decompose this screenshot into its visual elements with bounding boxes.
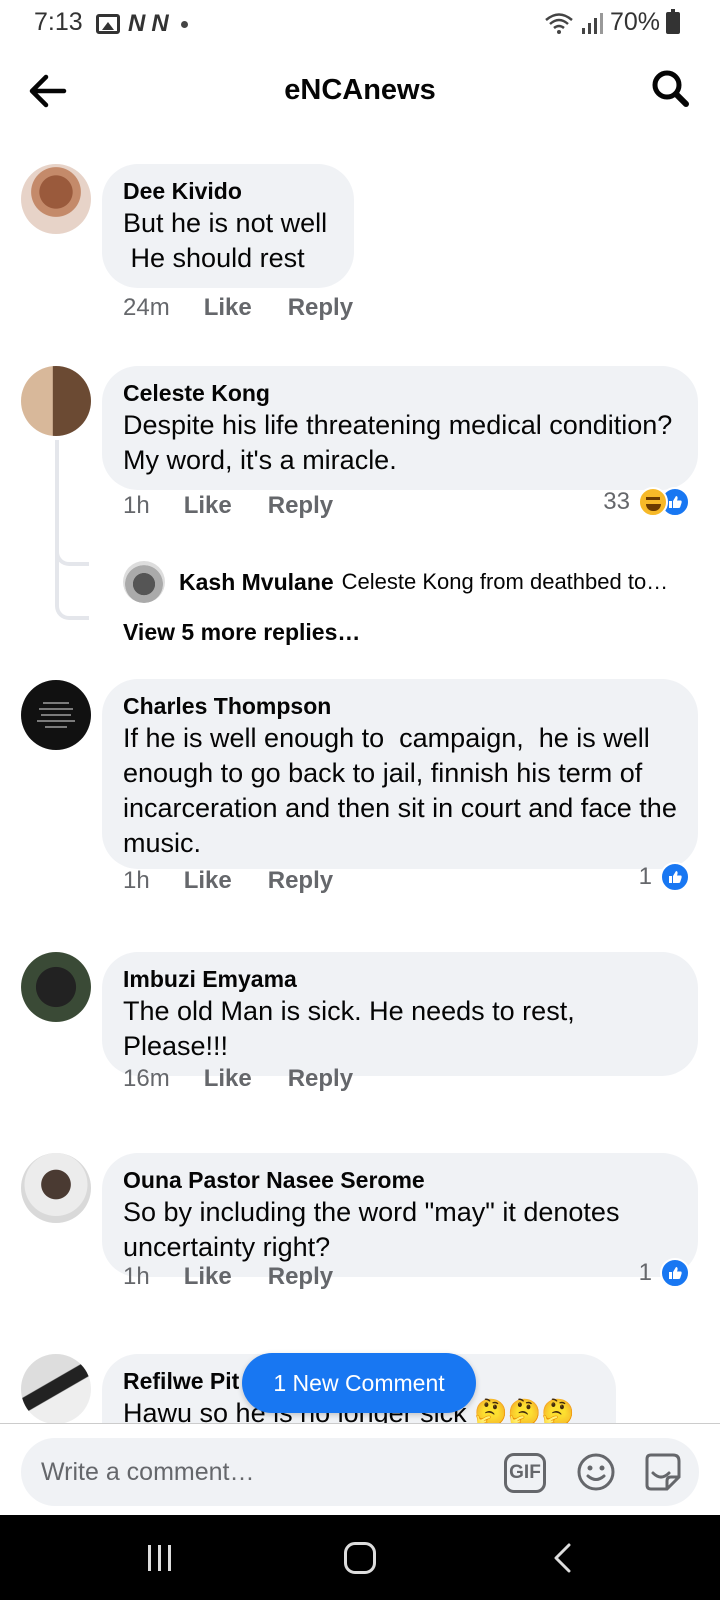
comment-time: 16m <box>123 1065 170 1092</box>
comment-text: The old Man is sick. He needs to rest, P… <box>123 996 583 1061</box>
reaction-count: 1 <box>638 1259 652 1286</box>
comment-input[interactable] <box>41 1458 461 1487</box>
new-comment-button[interactable]: 1 New Comment <box>242 1353 476 1413</box>
comment-actions: 1h Like Reply <box>123 1263 369 1291</box>
like-button[interactable]: Like <box>204 294 252 322</box>
comment-actions: 1h Like Reply <box>123 492 369 520</box>
comment-author[interactable]: Ouna Pastor Nasee Serome <box>123 1165 678 1195</box>
reply-button[interactable]: Reply <box>268 492 333 520</box>
avatar[interactable] <box>21 952 91 1022</box>
comment-field[interactable]: GIF <box>21 1438 699 1506</box>
reply-button[interactable]: Reply <box>288 1065 353 1093</box>
reaction-summary[interactable]: 1 <box>639 1258 690 1288</box>
comment-text: So by including the word "may" it denote… <box>123 1197 627 1262</box>
system-navigation-bar <box>0 1515 720 1600</box>
reply-button[interactable]: Reply <box>288 294 353 322</box>
like-button[interactable]: Like <box>204 1065 252 1093</box>
avatar[interactable] <box>21 680 91 750</box>
comment-actions: 16m Like Reply <box>123 1065 389 1093</box>
view-more-replies-link[interactable]: View 5 more replies… <box>123 619 360 646</box>
like-button[interactable]: Like <box>184 1263 232 1291</box>
reply-avatar[interactable] <box>123 561 165 603</box>
like-reaction-icon <box>660 862 690 892</box>
comment-time: 1h <box>123 867 150 894</box>
battery-icon <box>666 8 680 34</box>
search-icon[interactable] <box>650 68 690 108</box>
reaction-summary[interactable]: 33 <box>603 487 690 517</box>
avatar[interactable] <box>21 1354 91 1424</box>
system-back-icon[interactable] <box>552 1543 572 1573</box>
home-icon[interactable] <box>344 1542 376 1574</box>
comment-time: 1h <box>123 1263 150 1290</box>
more-notifications-dot-icon <box>180 20 188 28</box>
like-button[interactable]: Like <box>184 867 232 895</box>
comment-bubble[interactable]: Charles Thompson If he is well enough to… <box>102 679 698 869</box>
sticker-icon[interactable] <box>641 1451 683 1493</box>
comment-composer: GIF <box>0 1423 720 1515</box>
haha-reaction-icon <box>638 487 668 517</box>
battery-percent: 70% <box>609 8 660 36</box>
comment-author[interactable]: Charles Thompson <box>123 691 678 721</box>
status-bar: 7:13 N N 70% <box>0 0 720 46</box>
reaction-count: 33 <box>603 488 630 515</box>
thread-branch <box>55 520 89 566</box>
reply-button[interactable]: Reply <box>268 867 333 895</box>
comment-text: If he is well enough to campaign, he is … <box>123 723 685 858</box>
comment-actions: 24m Like Reply <box>123 294 389 322</box>
signal-icon <box>581 12 603 34</box>
latest-reply-preview[interactable]: Kash Mvulane Celeste Kong from deathbed … <box>123 561 668 603</box>
comment-author[interactable]: Dee Kivido <box>123 176 334 206</box>
avatar[interactable] <box>21 164 91 234</box>
news-notification-icon: N <box>128 10 145 37</box>
reaction-count: 1 <box>638 863 652 890</box>
avatar[interactable] <box>21 366 91 436</box>
comment-bubble[interactable]: Imbuzi Emyama The old Man is sick. He ne… <box>102 952 698 1076</box>
wifi-icon <box>545 12 573 34</box>
comment-text: But he is not well He should rest <box>123 208 328 273</box>
news-notification-icon-2: N <box>151 10 168 37</box>
comment-actions: 1h Like Reply <box>123 867 369 895</box>
comment-list: Dee Kivido But he is not well He should … <box>0 140 720 1424</box>
comment-time: 24m <box>123 294 170 321</box>
recent-apps-icon[interactable] <box>146 1545 174 1571</box>
comment-text: Despite his life threatening medical con… <box>123 410 680 475</box>
thread-branch <box>55 570 89 620</box>
gif-icon[interactable]: GIF <box>504 1453 546 1493</box>
reply-author[interactable]: Kash Mvulane <box>179 569 334 596</box>
page-title: eNCAnews <box>284 74 436 106</box>
comment-bubble[interactable]: Dee Kivido But he is not well He should … <box>102 164 354 288</box>
reply-button[interactable]: Reply <box>268 1263 333 1291</box>
comment-bubble[interactable]: Celeste Kong Despite his life threatenin… <box>102 366 698 490</box>
like-reaction-icon <box>660 1258 690 1288</box>
top-app-bar: eNCAnews <box>0 46 720 136</box>
status-time: 7:13 <box>34 8 83 36</box>
comment-time: 1h <box>123 492 150 519</box>
comment-bubble[interactable]: Ouna Pastor Nasee Serome So by including… <box>102 1153 698 1277</box>
comment-author[interactable]: Imbuzi Emyama <box>123 964 678 994</box>
like-button[interactable]: Like <box>184 492 232 520</box>
notification-icons: N N <box>96 10 188 38</box>
system-indicators: 70% <box>544 8 680 37</box>
reply-text: Celeste Kong from deathbed to… <box>341 569 669 594</box>
avatar[interactable] <box>21 1153 91 1223</box>
reaction-summary[interactable]: 1 <box>639 862 690 892</box>
gallery-notification-icon <box>96 14 120 34</box>
emoji-icon[interactable] <box>575 1451 617 1493</box>
comment-author[interactable]: Celeste Kong <box>123 378 678 408</box>
